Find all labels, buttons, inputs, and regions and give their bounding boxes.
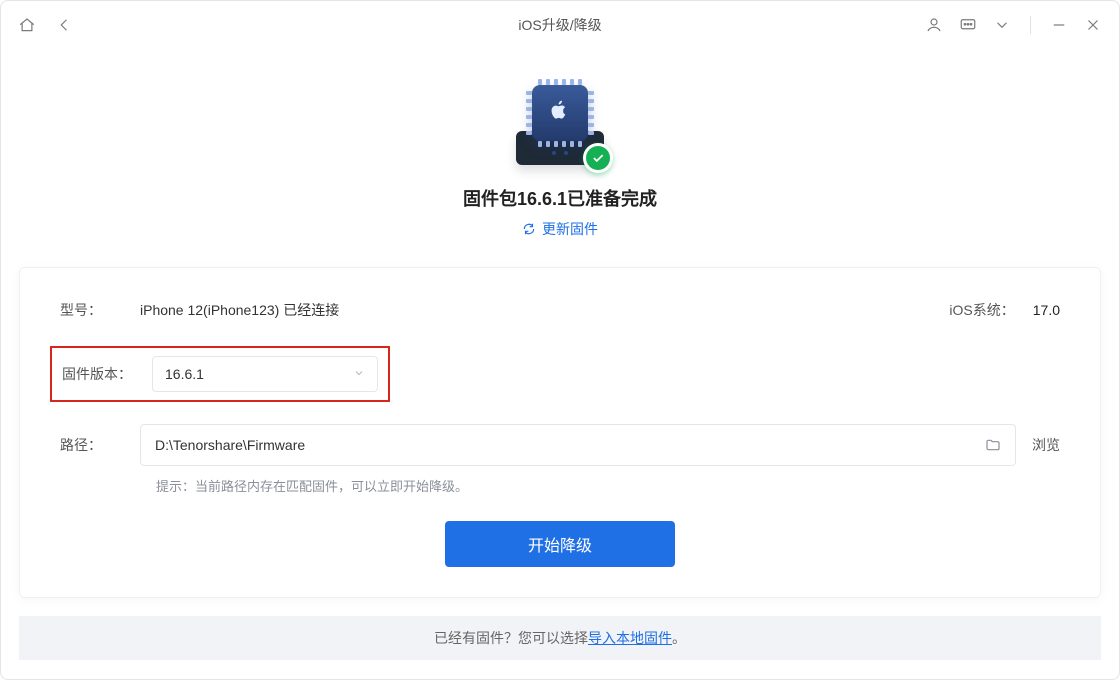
- update-firmware-link[interactable]: 更新固件: [522, 219, 598, 239]
- path-hint: 提示：当前路径内存在匹配固件，可以立即开始降级。: [156, 476, 1060, 495]
- browse-button[interactable]: 浏览: [1032, 435, 1060, 455]
- firmware-ready-illustration: [505, 79, 615, 171]
- firmware-version-select[interactable]: 16.6.1: [152, 356, 378, 392]
- model-value: iPhone 12(iPhone123) 已经连接: [140, 300, 339, 320]
- titlebar-left: [17, 15, 75, 35]
- chevron-down-icon[interactable]: [992, 15, 1012, 35]
- update-firmware-label: 更新固件: [542, 219, 598, 239]
- chevron-down-icon: [353, 366, 365, 382]
- success-check-icon: [583, 143, 613, 173]
- footer-suffix: 。: [672, 628, 686, 648]
- apple-logo-icon: [551, 100, 569, 126]
- titlebar: iOS升级/降级: [1, 1, 1119, 49]
- firmware-ready-title: 固件包16.6.1已准备完成: [463, 185, 657, 211]
- ios-system-value: 17.0: [1033, 302, 1060, 318]
- titlebar-right: [924, 15, 1103, 35]
- path-label: 路径：: [60, 435, 140, 455]
- hero: 固件包16.6.1已准备完成 更新固件: [19, 61, 1101, 239]
- path-input[interactable]: D:\Tenorshare\Firmware: [140, 424, 1016, 466]
- firmware-version-value: 16.6.1: [165, 366, 204, 382]
- firmware-version-row: 固件版本： 16.6.1: [60, 346, 1060, 402]
- close-icon[interactable]: [1083, 15, 1103, 35]
- import-local-firmware-link[interactable]: 导入本地固件: [588, 628, 672, 648]
- footer-bar: 已经有固件？您可以选择 导入本地固件 。: [19, 616, 1101, 660]
- path-row: 路径： D:\Tenorshare\Firmware 浏览: [60, 424, 1060, 466]
- home-icon[interactable]: [17, 15, 37, 35]
- model-label: 型号：: [60, 300, 140, 320]
- device-row: 型号： iPhone 12(iPhone123) 已经连接 iOS系统： 17.…: [60, 300, 1060, 320]
- feedback-icon[interactable]: [958, 15, 978, 35]
- titlebar-separator: [1030, 16, 1031, 34]
- firmware-card: 型号： iPhone 12(iPhone123) 已经连接 iOS系统： 17.…: [19, 267, 1101, 598]
- ios-system-label: iOS系统：: [949, 300, 1014, 320]
- refresh-icon: [522, 222, 536, 236]
- page-title: iOS升级/降级: [518, 15, 601, 35]
- user-icon[interactable]: [924, 15, 944, 35]
- firmware-version-highlight: 固件版本： 16.6.1: [50, 346, 390, 402]
- stage: 固件包16.6.1已准备完成 更新固件 型号： iPhone 12(iPhone…: [1, 49, 1119, 678]
- footer-prefix: 已经有固件？您可以选择: [434, 628, 588, 648]
- firmware-version-label: 固件版本：: [62, 364, 152, 384]
- path-value: D:\Tenorshare\Firmware: [155, 437, 305, 453]
- back-icon[interactable]: [55, 15, 75, 35]
- folder-icon: [985, 437, 1001, 453]
- start-downgrade-button[interactable]: 开始降级: [445, 521, 675, 567]
- minimize-icon[interactable]: [1049, 15, 1069, 35]
